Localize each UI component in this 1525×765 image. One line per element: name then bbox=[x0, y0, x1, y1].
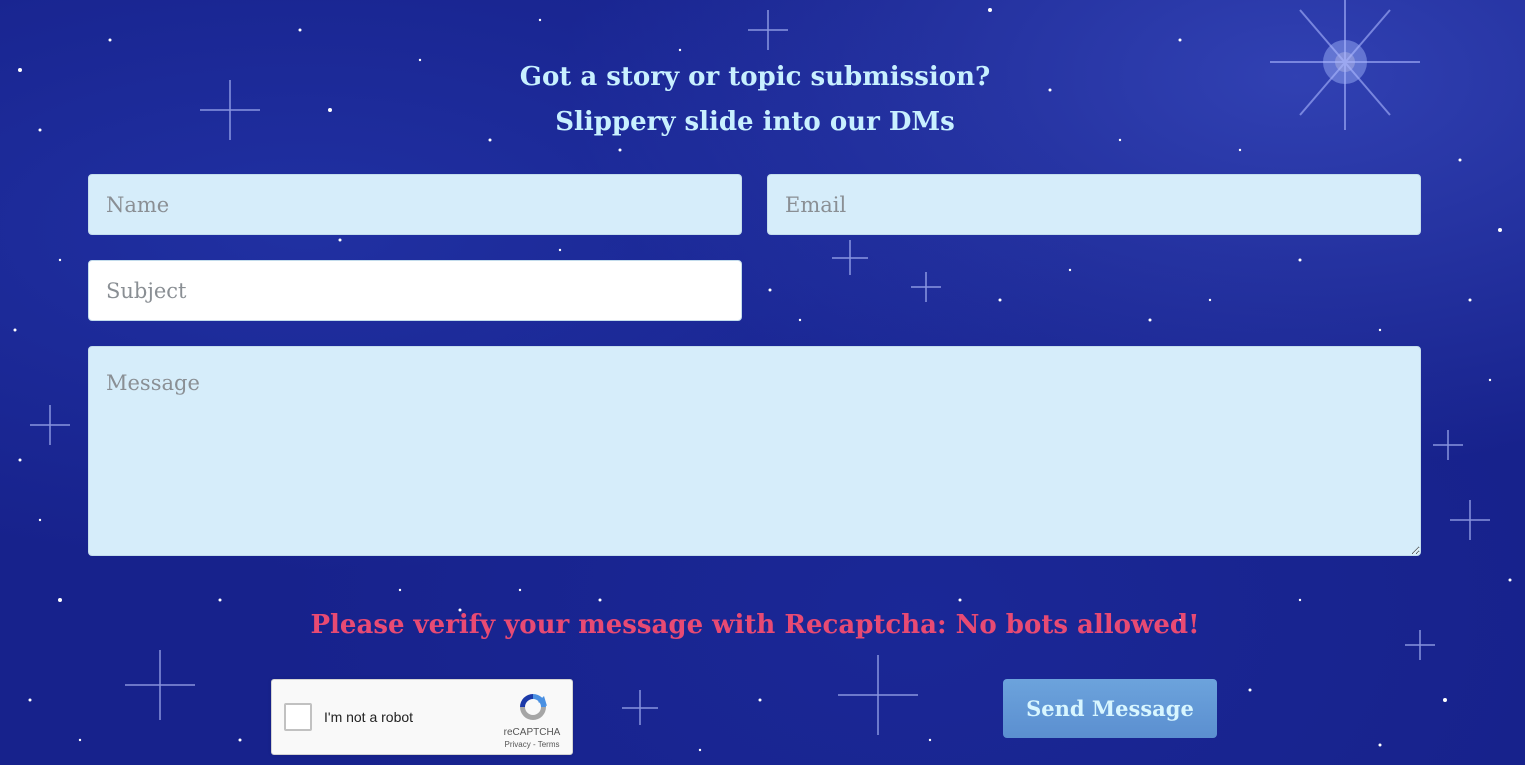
recaptcha-widget: I'm not a robot reCAPTCHA Privacy - Term… bbox=[271, 679, 573, 755]
recaptcha-brand: reCAPTCHA bbox=[503, 727, 561, 738]
recaptcha-label: I'm not a robot bbox=[324, 709, 414, 725]
email-input[interactable] bbox=[767, 174, 1421, 235]
recaptcha-logo-icon bbox=[520, 694, 547, 720]
message-textarea[interactable] bbox=[88, 346, 1421, 556]
verify-instruction: Please verify your message with Recaptch… bbox=[310, 610, 1200, 640]
recaptcha-links[interactable]: Privacy - Terms bbox=[496, 740, 568, 749]
name-input[interactable] bbox=[88, 174, 742, 235]
heading-line-2: Slippery slide into our DMs bbox=[555, 107, 955, 137]
recaptcha-checkbox[interactable] bbox=[284, 703, 312, 731]
heading-line-1: Got a story or topic submission? bbox=[519, 62, 991, 92]
send-message-button[interactable]: Send Message bbox=[1003, 679, 1217, 738]
subject-input[interactable] bbox=[88, 260, 742, 321]
